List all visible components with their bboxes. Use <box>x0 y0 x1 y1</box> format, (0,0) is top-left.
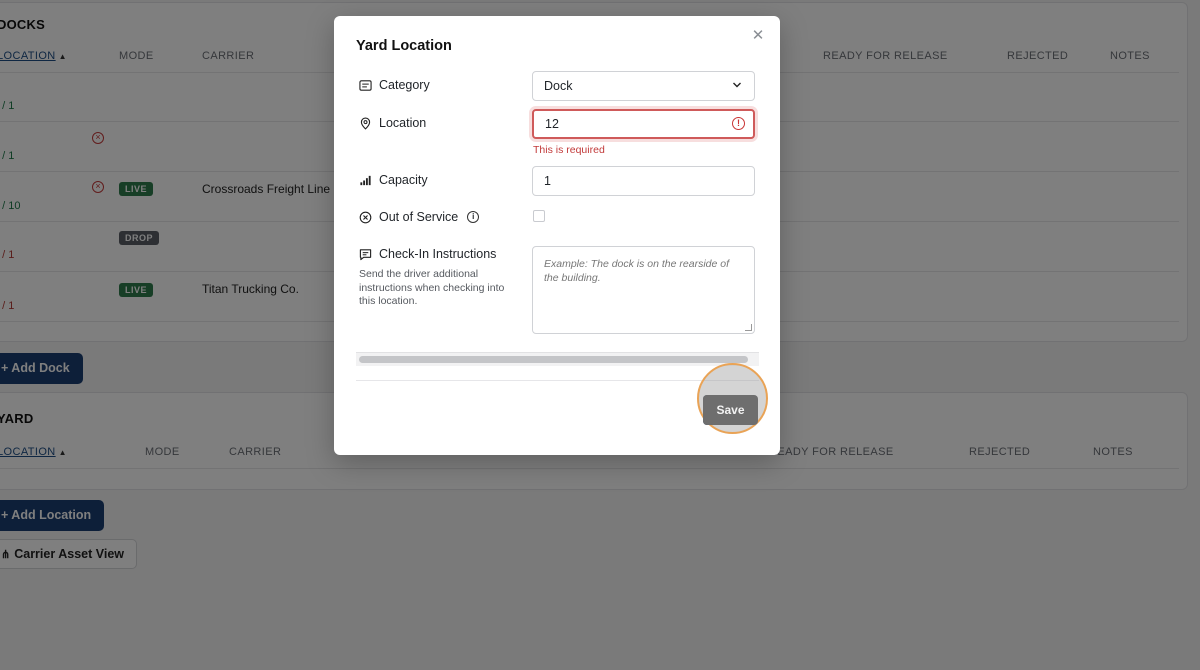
x-circle-icon <box>359 211 372 223</box>
message-icon <box>359 248 372 260</box>
close-icon[interactable]: ✕ <box>750 28 766 44</box>
out-of-service-checkbox[interactable] <box>533 210 545 222</box>
capacity-input[interactable]: 1 <box>532 166 755 196</box>
error-icon: ! <box>732 117 745 130</box>
check-in-instructions-textarea[interactable]: Example: The dock is on the rearside of … <box>532 246 755 334</box>
horizontal-scrollbar[interactable] <box>356 352 759 366</box>
out-of-service-label: Out of Service i <box>359 210 480 224</box>
info-icon[interactable]: i <box>467 211 480 223</box>
scrollbar-thumb[interactable] <box>359 356 748 363</box>
capacity-label: Capacity <box>359 173 428 187</box>
category-label: Category <box>359 78 430 92</box>
map-pin-icon <box>360 117 371 130</box>
resize-handle[interactable] <box>745 324 752 331</box>
textarea-placeholder: Example: The dock is on the rearside of … <box>544 258 730 284</box>
chevron-down-icon <box>733 82 741 88</box>
location-label: Location <box>359 116 426 130</box>
location-error-message: This is required <box>533 144 605 156</box>
check-in-help-text: Send the driver additional instructions … <box>359 268 505 307</box>
list-icon <box>359 79 372 91</box>
signal-bars-icon <box>360 175 371 185</box>
save-button-highlighted[interactable]: Save <box>703 395 758 425</box>
location-input[interactable]: 12 ! <box>532 109 755 139</box>
modal-title: Yard Location <box>356 38 452 54</box>
modal-divider <box>356 380 759 381</box>
check-in-instructions-label: Check-In Instructions <box>359 247 496 261</box>
category-select[interactable]: Dock <box>532 71 755 101</box>
